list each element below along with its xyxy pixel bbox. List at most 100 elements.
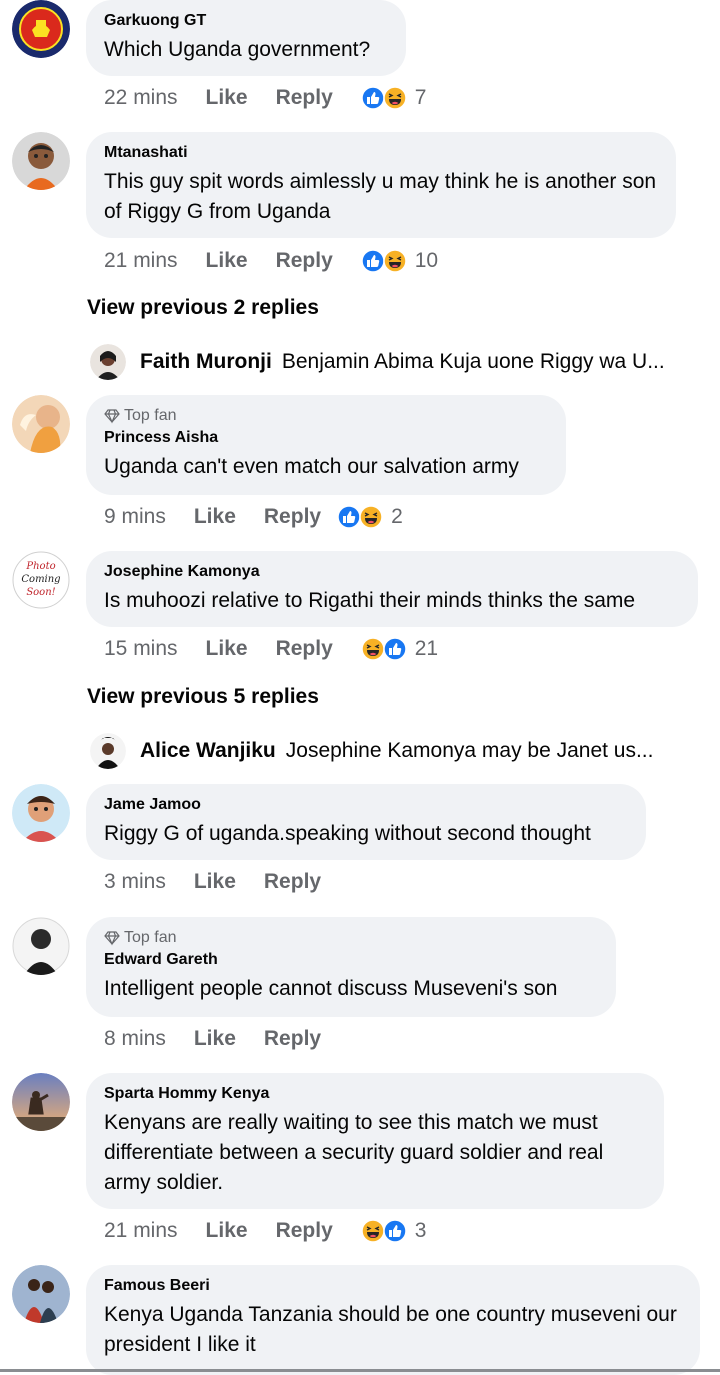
reaction-count: 10 — [414, 249, 439, 272]
photo-coming-soon-icon: Photo Coming Soon! — [12, 551, 70, 609]
comment-bubble: Top fan Princess Aisha Uganda can't even… — [86, 395, 566, 495]
3d-avatar-icon — [12, 784, 70, 842]
comment-meta: 21 mins Like Reply 3 — [104, 1219, 426, 1243]
reaction-summary[interactable]: 2 — [337, 505, 403, 529]
reply-button[interactable]: Reply — [276, 86, 333, 110]
commenter-name[interactable]: Jame Jamoo — [104, 796, 628, 814]
sunset-photo-icon — [12, 1073, 70, 1131]
reply-preview[interactable]: Alice Wanjiku Josephine Kamonya may be J… — [90, 733, 653, 769]
top-fan-badge: Top fan — [104, 929, 598, 947]
comment-bubble: Jame Jamoo Riggy G of uganda.speaking wi… — [86, 784, 646, 860]
like-button[interactable]: Like — [206, 637, 248, 661]
comment-time[interactable]: 8 mins — [104, 1027, 166, 1051]
reply-preview[interactable]: Faith Muronji Benjamin Abima Kuja uone R… — [90, 344, 665, 380]
comment-bubble: Sparta Hommy Kenya Kenyans are really wa… — [86, 1073, 664, 1209]
commenter-name[interactable]: Sparta Hommy Kenya — [104, 1085, 646, 1103]
like-reaction-icon — [383, 1219, 407, 1243]
reply-preview-text: Benjamin Abima Kuja uone Riggy wa U... — [281, 350, 665, 373]
like-reaction-icon — [361, 86, 385, 110]
man-photo-icon — [12, 917, 70, 975]
reply-button[interactable]: Reply — [276, 1219, 333, 1243]
reply-button[interactable]: Reply — [276, 637, 333, 661]
comment-time[interactable]: 21 mins — [104, 1219, 178, 1243]
comment-text: Riggy G of uganda.speaking without secon… — [104, 822, 591, 845]
reply-button[interactable]: Reply — [264, 870, 321, 894]
reply-button[interactable]: Reply — [264, 505, 321, 529]
svg-text:Coming: Coming — [21, 574, 60, 585]
reply-button[interactable]: Reply — [276, 249, 333, 273]
comment-text: Kenyans are really waiting to see this m… — [104, 1111, 604, 1194]
like-button[interactable]: Like — [194, 870, 236, 894]
top-fan-label: Top fan — [124, 929, 177, 946]
reaction-count: 21 — [414, 637, 439, 660]
reply-author-name[interactable]: Faith Muronji — [140, 350, 272, 374]
like-reaction-icon — [383, 637, 407, 661]
reply-preview-text: Josephine Kamonya may be Janet us... — [285, 739, 654, 762]
comment-meta: 15 mins Like Reply 21 — [104, 637, 438, 661]
comment-bubble: Famous Beeri Kenya Uganda Tanzania shoul… — [86, 1265, 700, 1375]
comment-meta: 21 mins Like Reply 10 — [104, 249, 438, 273]
commenter-name[interactable]: Edward Gareth — [104, 951, 598, 969]
couple-photo-icon — [12, 1265, 70, 1323]
top-fan-label: Top fan — [124, 407, 177, 424]
haha-reaction-icon — [359, 505, 383, 529]
like-button[interactable]: Like — [194, 505, 236, 529]
comment-time[interactable]: 15 mins — [104, 637, 178, 661]
comment-time[interactable]: 3 mins — [104, 870, 166, 894]
reply-author-name[interactable]: Alice Wanjiku — [140, 739, 276, 763]
comment-bubble: Josephine Kamonya Is muhoozi relative to… — [86, 551, 698, 627]
comment-meta: 22 mins Like Reply 7 — [104, 86, 426, 110]
commenter-name[interactable]: Garkuong GT — [104, 12, 388, 30]
comment-text: Which Uganda government? — [104, 38, 371, 61]
reaction-count: 7 — [414, 86, 427, 109]
comment-text: This guy spit words aimlessly u may thin… — [104, 170, 657, 223]
avatar[interactable]: Photo Coming Soon! — [12, 551, 70, 609]
comment-time[interactable]: 21 mins — [104, 249, 178, 273]
view-previous-replies-link[interactable]: View previous 2 replies — [87, 296, 319, 320]
avatar[interactable] — [12, 1073, 70, 1131]
avatar — [90, 344, 126, 380]
avatar[interactable] — [12, 132, 70, 190]
like-button[interactable]: Like — [206, 1219, 248, 1243]
reaction-summary[interactable]: 10 — [361, 249, 438, 273]
top-fan-badge: Top fan — [104, 407, 548, 425]
reply-button[interactable]: Reply — [264, 1027, 321, 1051]
haha-reaction-icon — [383, 86, 407, 110]
reaction-count: 2 — [391, 505, 403, 528]
diamond-icon — [104, 931, 120, 946]
like-button[interactable]: Like — [206, 86, 248, 110]
cartoon-person-icon — [12, 132, 70, 190]
diamond-icon — [104, 409, 120, 424]
avatar[interactable] — [12, 395, 70, 453]
avatar[interactable] — [12, 0, 70, 58]
avatar[interactable] — [12, 784, 70, 842]
reaction-count: 3 — [414, 1219, 427, 1242]
like-button[interactable]: Like — [206, 249, 248, 273]
woman-photo-icon — [12, 395, 70, 453]
comment-text: Intelligent people cannot discuss Museve… — [104, 977, 558, 1000]
haha-reaction-icon — [383, 249, 407, 273]
svg-text:Soon!: Soon! — [26, 587, 55, 598]
avatar[interactable] — [12, 917, 70, 975]
svg-text:Photo: Photo — [25, 561, 55, 572]
reaction-summary[interactable]: 21 — [361, 637, 438, 661]
reaction-summary[interactable]: 7 — [361, 86, 427, 110]
like-button[interactable]: Like — [194, 1027, 236, 1051]
commenter-name[interactable]: Mtanashati — [104, 144, 658, 162]
commenter-name[interactable]: Famous Beeri — [104, 1277, 682, 1295]
view-previous-replies-link[interactable]: View previous 5 replies — [87, 685, 319, 709]
comment-time[interactable]: 9 mins — [104, 505, 166, 529]
comment-text: Uganda can't even match our salvation ar… — [104, 455, 519, 478]
reaction-summary[interactable]: 3 — [361, 1219, 427, 1243]
comment-meta: 8 mins Like Reply — [104, 1027, 349, 1051]
haha-reaction-icon — [361, 1219, 385, 1243]
comment-meta: 3 mins Like Reply — [104, 870, 349, 894]
woman-photo-icon — [90, 733, 126, 769]
comment-text: Kenya Uganda Tanzania should be one coun… — [104, 1303, 677, 1356]
like-reaction-icon — [337, 505, 361, 529]
avatar[interactable] — [12, 1265, 70, 1323]
commenter-name[interactable]: Josephine Kamonya — [104, 563, 680, 581]
commenter-name[interactable]: Princess Aisha — [104, 429, 548, 447]
comment-time[interactable]: 22 mins — [104, 86, 178, 110]
woman-photo-icon — [90, 344, 126, 380]
